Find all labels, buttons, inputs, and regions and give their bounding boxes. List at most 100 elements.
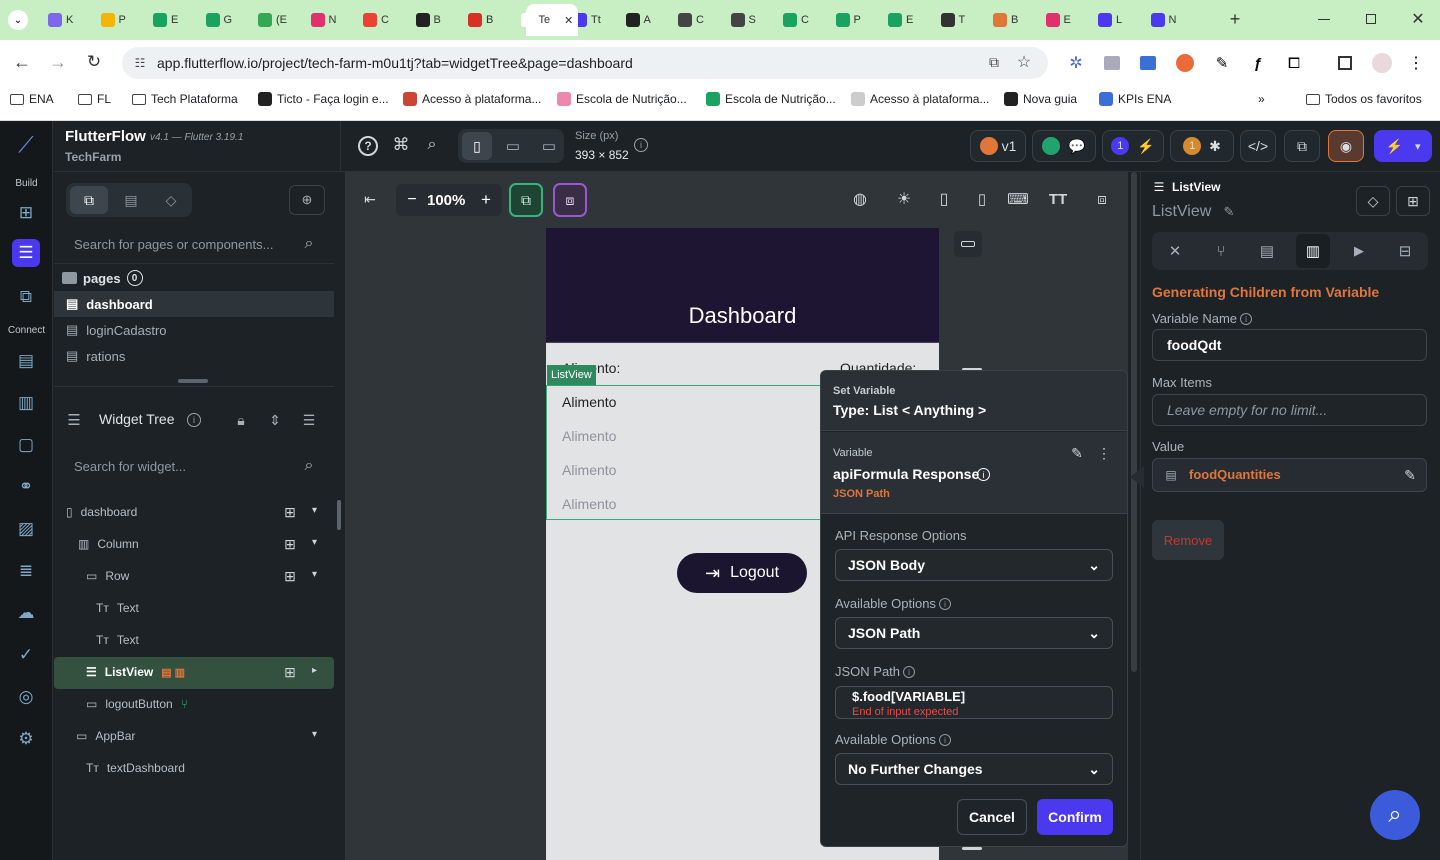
zoom-out-icon[interactable]: − [404,190,420,210]
list-item[interactable]: Alimento [562,428,616,444]
page-item-rations[interactable]: ▤ rations [66,341,125,371]
page-search-input[interactable]: Search for pages or components... [74,237,273,252]
code-view-button[interactable]: </> [1240,130,1276,162]
bookmark-item[interactable]: KPIs ENA [1099,92,1171,106]
tree-node-logoutbutton[interactable]: ▭ logoutButton ⑂ [86,689,188,719]
theme-icon[interactable]: ◎ [12,683,40,711]
logout-button[interactable]: ⇥ Logout [677,553,807,593]
browser-tab[interactable]: B [415,9,441,31]
tree-node-column[interactable]: ▥ Column [78,529,139,559]
globe-icon[interactable]: ◍ [850,188,870,210]
bookmark-item[interactable]: Acesso à plataforma... [851,92,989,106]
properties-tab-icon[interactable]: ✕ [1162,238,1188,264]
rename-icon[interactable]: ✎ [1221,204,1237,220]
collapse-panel-icon[interactable]: ⇤ [359,187,381,211]
variable-name-info-icon[interactable]: i [1240,313,1252,325]
url-field[interactable]: ☷ app.flutterflow.io/project/tech-farm-m… [122,47,1048,79]
add-child-icon[interactable]: ⊞ [281,567,299,585]
open-external-button[interactable]: ⧉ [1284,130,1320,162]
browser-tab[interactable]: Te ✕ [520,9,573,31]
variable-menu-icon[interactable]: ⋮ [1097,443,1111,463]
add-child-icon[interactable]: ⊞ [281,503,299,521]
generate-children-tab-icon[interactable]: ▥ [1296,234,1330,268]
browser-tab[interactable]: K [48,9,73,31]
tree-node-text[interactable]: Tт Text [96,593,139,623]
zoom-in-icon[interactable]: + [478,190,494,210]
close-tab-icon[interactable]: ✕ [564,14,573,27]
bookmark-item[interactable]: Escola de Nutrição... [706,92,836,106]
edit-variable-icon[interactable]: ✎ [1067,443,1087,463]
storyboard-icon[interactable]: ⧉ [12,283,40,311]
add-folder-button[interactable]: ⊕ [289,185,325,215]
tree-node-listview[interactable]: ☰ ListView ▤ ▥ [86,657,185,687]
browser-tab[interactable]: C [678,9,704,31]
bookmark-item[interactable]: Escola de Nutrição... [557,92,687,106]
add-child-icon[interactable]: ⊞ [281,535,299,553]
bookmark-item[interactable]: Ticto - Faça login e... [258,92,389,106]
expand-caret-icon[interactable]: ▾ [312,729,317,740]
extension-orange-icon[interactable] [1176,54,1194,72]
bookmark-star-icon[interactable]: ☆ [1016,53,1032,71]
widget-name[interactable]: ListView [1152,203,1211,221]
bookmark-item[interactable]: ENA [10,92,54,106]
resize-handle-bottom[interactable] [962,847,982,850]
api-calls-icon[interactable]: ▢ [12,431,40,459]
tests-icon[interactable]: ✓ [12,641,40,669]
keyboard-icon[interactable]: ⌨ [1007,188,1029,210]
back-icon[interactable]: ← [12,52,32,72]
tree-options-icon[interactable]: ☰ [298,410,320,430]
cancel-button[interactable]: Cancel [957,799,1027,835]
widget-tree-icon[interactable]: ☰ [12,239,40,267]
json-path-info-icon[interactable]: i [903,666,915,678]
browser-tab[interactable]: C [783,9,809,31]
bookmark-item[interactable]: Acesso à plataforma... [403,92,541,106]
browser-tab[interactable]: E [153,9,178,31]
confirm-button[interactable]: Confirm [1037,799,1113,835]
animations-tab-icon[interactable]: ▶ [1346,238,1372,264]
version-button[interactable]: v1 [970,130,1026,162]
phone-device-icon[interactable]: ▯ [462,132,492,160]
browser-tab[interactable]: G [205,9,232,31]
size-info-icon[interactable]: i [634,138,648,152]
tree-node-text[interactable]: Tт Text [96,625,139,655]
list-item[interactable]: Alimento [562,394,616,410]
flutterflow-logo-icon[interactable]: ⟋ [12,131,40,159]
data-types-icon[interactable]: ▥ [12,389,40,417]
extension-gear-icon[interactable]: ✲ [1066,53,1086,73]
page-search-icon[interactable]: ⌕ [300,235,318,253]
diamond-icon[interactable]: ◇ [1356,186,1390,216]
debug-button[interactable]: 1 ✱ [1170,130,1234,162]
browser-tab[interactable]: T [940,9,965,31]
tablet-device-icon[interactable]: ▭ [498,132,528,160]
browser-tab[interactable]: B [468,9,493,31]
available-options-info-icon[interactable]: i [939,598,951,610]
available-options-2-info-icon[interactable]: i [939,734,951,746]
available-options-select[interactable]: JSON Path ⌄ [835,617,1113,649]
panel-resize-handle[interactable] [178,379,208,383]
browser-tab[interactable]: L [1098,9,1122,31]
lock-icon[interactable]: 🔒︎ [232,410,250,430]
variable-info-icon[interactable]: i [977,468,990,481]
browser-tab[interactable]: (E [258,9,287,31]
expand-caret-icon[interactable]: ▾ [312,505,317,516]
expand-caret-icon[interactable]: ▾ [312,537,317,548]
sidepanel-icon[interactable] [1338,56,1352,70]
browser-tab[interactable]: N [310,9,336,31]
cloud-functions-icon[interactable]: ☁ [12,599,40,627]
widget-search-input[interactable]: Search for widget... [74,459,186,474]
bookmarks-overflow[interactable]: » [1258,92,1265,106]
light-mode-icon[interactable]: ☀ [894,188,914,210]
value-field[interactable]: ▤ foodQuantities ✎ [1152,458,1427,492]
canvas-float-button[interactable] [954,231,982,257]
status-button[interactable]: 💬 [1032,130,1096,162]
json-path-input[interactable]: $.food[VARIABLE] End of input expected [835,686,1113,719]
forward-icon[interactable]: → [48,52,68,72]
select-mode-button[interactable]: ⧉ [509,183,543,217]
extensions-puzzle-icon[interactable]: ⧠ [1284,53,1304,73]
actions-tab-icon[interactable]: ⑂ [1208,238,1234,264]
extension-blue-icon[interactable] [1140,56,1156,70]
available-options-2-select[interactable]: No Further Changes ⌄ [835,753,1113,785]
tree-node-row[interactable]: ▭ Row [86,561,129,591]
edit-value-icon[interactable]: ✎ [1401,466,1419,484]
max-items-input[interactable]: Leave empty for no limit... [1152,394,1427,426]
